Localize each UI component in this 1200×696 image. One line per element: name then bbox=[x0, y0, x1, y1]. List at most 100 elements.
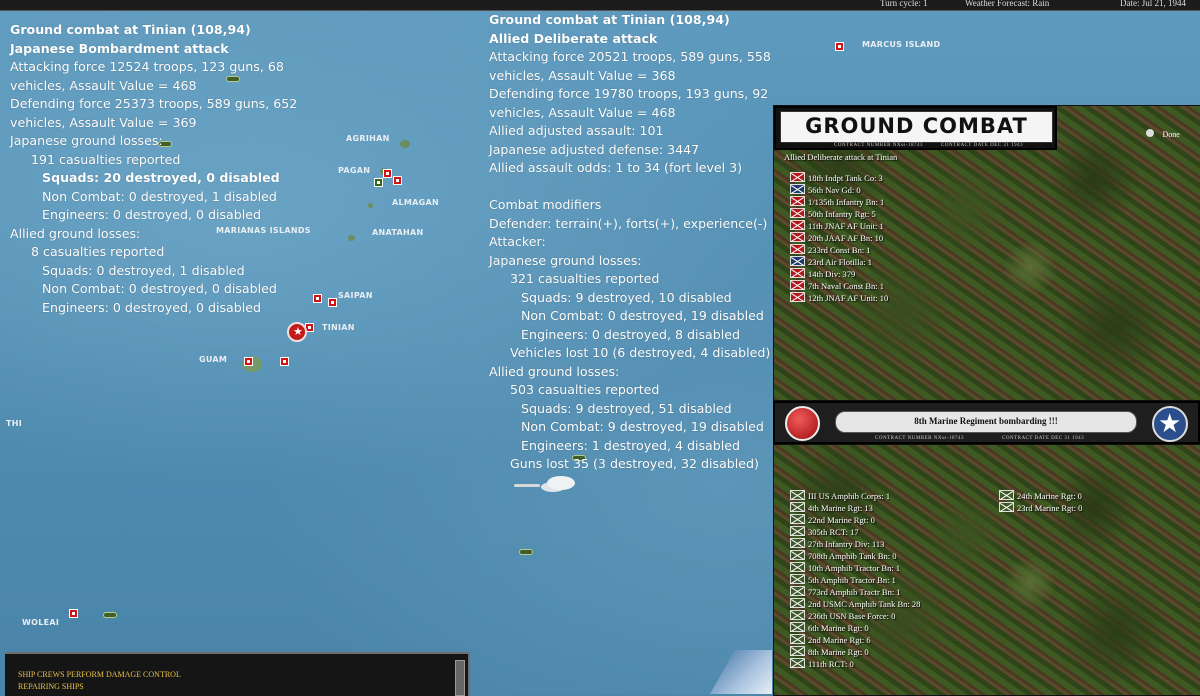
unit-symbol-icon bbox=[790, 244, 805, 255]
message-scrollbar[interactable] bbox=[455, 660, 465, 696]
unit-row[interactable]: 7th Naval Const Bn: 1 bbox=[790, 280, 888, 292]
unit-label: 773rd Amphib Tractr Bn: 1 bbox=[808, 587, 901, 597]
report-line: 8 casualties reported bbox=[31, 244, 165, 259]
unit-row[interactable]: 50th Infantry Rgt: 5 bbox=[790, 208, 888, 220]
unit-label: 23rd Marine Rgt: 0 bbox=[1017, 503, 1083, 513]
report-line: Vehicles lost 10 (6 destroyed, 4 disable… bbox=[510, 345, 771, 360]
unit-row[interactable]: 1/135th Infantry Bn: 1 bbox=[790, 196, 888, 208]
unit-row[interactable]: 233rd Const Bn: 1 bbox=[790, 244, 888, 256]
unit-label: 1/135th Infantry Bn: 1 bbox=[808, 197, 885, 207]
unit-label: 50th Infantry Rgt: 5 bbox=[808, 209, 876, 219]
unit-row[interactable]: 5th Amphib Tractor Bn: 1 bbox=[790, 574, 920, 586]
unit-row[interactable]: 111th RCT: 0 bbox=[790, 658, 920, 670]
unit-symbol-icon bbox=[790, 634, 805, 645]
base-marker-woleai[interactable] bbox=[69, 609, 78, 618]
report-line: Japanese ground losses: bbox=[10, 133, 163, 148]
unit-label: 12th JNAF AF Unit: 10 bbox=[808, 293, 889, 303]
unit-label: 4th Marine Rgt: 13 bbox=[808, 503, 873, 513]
aircraft-icon[interactable] bbox=[514, 484, 540, 487]
report-line: Non Combat: 9 destroyed, 19 disabled bbox=[521, 419, 764, 434]
ground-combat-banner: GROUND COMBAT CONTRACT NUMBER NXss-18743… bbox=[774, 106, 1057, 150]
report-line: Squads: 20 destroyed, 0 disabled bbox=[42, 170, 280, 185]
base-marker-marcus[interactable] bbox=[835, 42, 844, 51]
unit-row[interactable]: 23rd Marine Rgt: 0 bbox=[999, 502, 1082, 514]
combat-burst-icon[interactable]: ★ bbox=[287, 322, 307, 342]
unit-symbol-icon bbox=[790, 280, 805, 291]
unit-label: 7th Naval Const Bn: 1 bbox=[808, 281, 885, 291]
us-star-roundel-icon: ★ bbox=[1152, 406, 1188, 442]
unit-row[interactable]: 22nd Marine Rgt: 0 bbox=[790, 514, 920, 526]
report-line: vehicles, Assault Value = 468 bbox=[10, 77, 197, 93]
unit-row[interactable]: 56th Nav Gd: 0 bbox=[790, 184, 888, 196]
unit-label: 111th RCT: 0 bbox=[808, 659, 854, 669]
unit-symbol-icon bbox=[790, 514, 805, 525]
unit-row[interactable]: 27th Infantry Div: 113 bbox=[790, 538, 920, 550]
unit-row[interactable]: 6th Marine Rgt: 0 bbox=[790, 622, 920, 634]
unit-row[interactable]: 2nd Marine Rgt: 6 bbox=[790, 634, 920, 646]
label-tinian: TINIAN bbox=[322, 323, 355, 332]
unit-row[interactable]: 23rd Air Flotilla: 1 bbox=[790, 256, 888, 268]
allied-units-panel: III US Amphib Corps: 1 4th Marine Rgt: 13… bbox=[773, 444, 1200, 696]
unit-symbol-icon bbox=[790, 562, 805, 573]
unit-symbol-icon bbox=[790, 220, 805, 231]
unit-symbol-icon bbox=[790, 256, 805, 267]
report-line: Guns lost 35 (3 destroyed, 32 disabled) bbox=[510, 456, 759, 471]
unit-row[interactable]: 236th USN Base Force: 0 bbox=[790, 610, 920, 622]
label-guam: GUAM bbox=[199, 355, 228, 364]
unit-row[interactable]: 18th Indpt Tank Co: 3 bbox=[790, 172, 888, 184]
label-almagan: ALMAGAN bbox=[392, 198, 439, 207]
report-line: Non Combat: 0 destroyed, 0 disabled bbox=[42, 281, 277, 296]
base-marker-guam[interactable] bbox=[244, 357, 253, 366]
base-marker-pagan[interactable] bbox=[383, 169, 392, 178]
island-anatahan bbox=[348, 235, 355, 241]
star-icon: ★ bbox=[1158, 408, 1182, 438]
report-line: Non Combat: 0 destroyed, 1 disabled bbox=[42, 188, 277, 204]
unit-row[interactable]: 12th JNAF AF Unit: 10 bbox=[790, 292, 888, 304]
base-marker-pagan-2[interactable] bbox=[393, 176, 402, 185]
label-agrihan: AGRIHAN bbox=[346, 134, 390, 143]
unit-row[interactable]: 773rd Amphib Tractr Bn: 1 bbox=[790, 586, 920, 598]
allied-banner: 8th Marine Regiment bombarding !!! CONTR… bbox=[773, 401, 1200, 444]
base-marker-saipan[interactable] bbox=[313, 294, 322, 303]
unit-row[interactable]: 24th Marine Rgt: 0 bbox=[999, 490, 1082, 502]
message-line: REPAIRING SHIPS bbox=[18, 682, 84, 691]
banner-title: GROUND COMBAT bbox=[805, 114, 1028, 138]
message-bar: SHIP CREWS PERFORM DAMAGE CONTROL REPAIR… bbox=[5, 652, 470, 696]
unit-marker-pagan[interactable] bbox=[374, 178, 383, 187]
ship-icon[interactable] bbox=[519, 549, 533, 555]
unit-row[interactable]: 10th Amphib Tractor Bn: 1 bbox=[790, 562, 920, 574]
unit-row[interactable]: 20th JAAF AF Bn: 10 bbox=[790, 232, 888, 244]
ship-icon[interactable] bbox=[103, 612, 117, 618]
label-pagan: PAGAN bbox=[338, 166, 371, 175]
label-woleai: WOLEAI bbox=[22, 618, 60, 627]
unit-row[interactable]: 11th JNAF AF Unit: 1 bbox=[790, 220, 888, 232]
unit-symbol-icon bbox=[790, 196, 805, 207]
unit-row[interactable]: 2nd USMC Amphib Tank Bn: 28 bbox=[790, 598, 920, 610]
cloud-icon bbox=[547, 476, 575, 490]
base-marker-saipan-2[interactable] bbox=[328, 298, 337, 307]
unit-row[interactable]: 708th Amphib Tank Bn: 0 bbox=[790, 550, 920, 562]
report-line: Engineers: 0 destroyed, 0 disabled bbox=[42, 207, 261, 222]
unit-label: 14th Div: 379 bbox=[808, 269, 856, 279]
done-button[interactable]: Done bbox=[1146, 124, 1180, 142]
banner-plate: 8th Marine Regiment bombarding !!! bbox=[835, 411, 1137, 433]
unit-symbol-icon bbox=[790, 490, 805, 501]
done-icon bbox=[1146, 128, 1154, 137]
unit-row[interactable]: 305th RCT: 17 bbox=[790, 526, 920, 538]
banner-plate: GROUND COMBAT bbox=[780, 111, 1053, 143]
game-date: Date: Jul 21, 1944 bbox=[1120, 0, 1186, 8]
banner-text: 8th Marine Regiment bombarding !!! bbox=[914, 416, 1058, 426]
turn-cycle: Turn cycle: 1 bbox=[880, 0, 928, 8]
unit-row[interactable]: 14th Div: 379 bbox=[790, 268, 888, 280]
star-icon: ★ bbox=[293, 326, 303, 338]
unit-label: 18th Indpt Tank Co: 3 bbox=[808, 173, 883, 183]
unit-label: 5th Amphib Tractor Bn: 1 bbox=[808, 575, 896, 585]
unit-row[interactable]: 4th Marine Rgt: 13 bbox=[790, 502, 920, 514]
unit-symbol-icon bbox=[790, 526, 805, 537]
unit-row[interactable]: III US Amphib Corps: 1 bbox=[790, 490, 920, 502]
unit-label: 8th Marine Rgt: 0 bbox=[808, 647, 869, 657]
unit-symbol-icon bbox=[790, 658, 805, 669]
report-line: Allied adjusted assault: 101 bbox=[489, 123, 664, 138]
base-marker-guam-2[interactable] bbox=[280, 357, 289, 366]
unit-row[interactable]: 8th Marine Rgt: 0 bbox=[790, 646, 920, 658]
